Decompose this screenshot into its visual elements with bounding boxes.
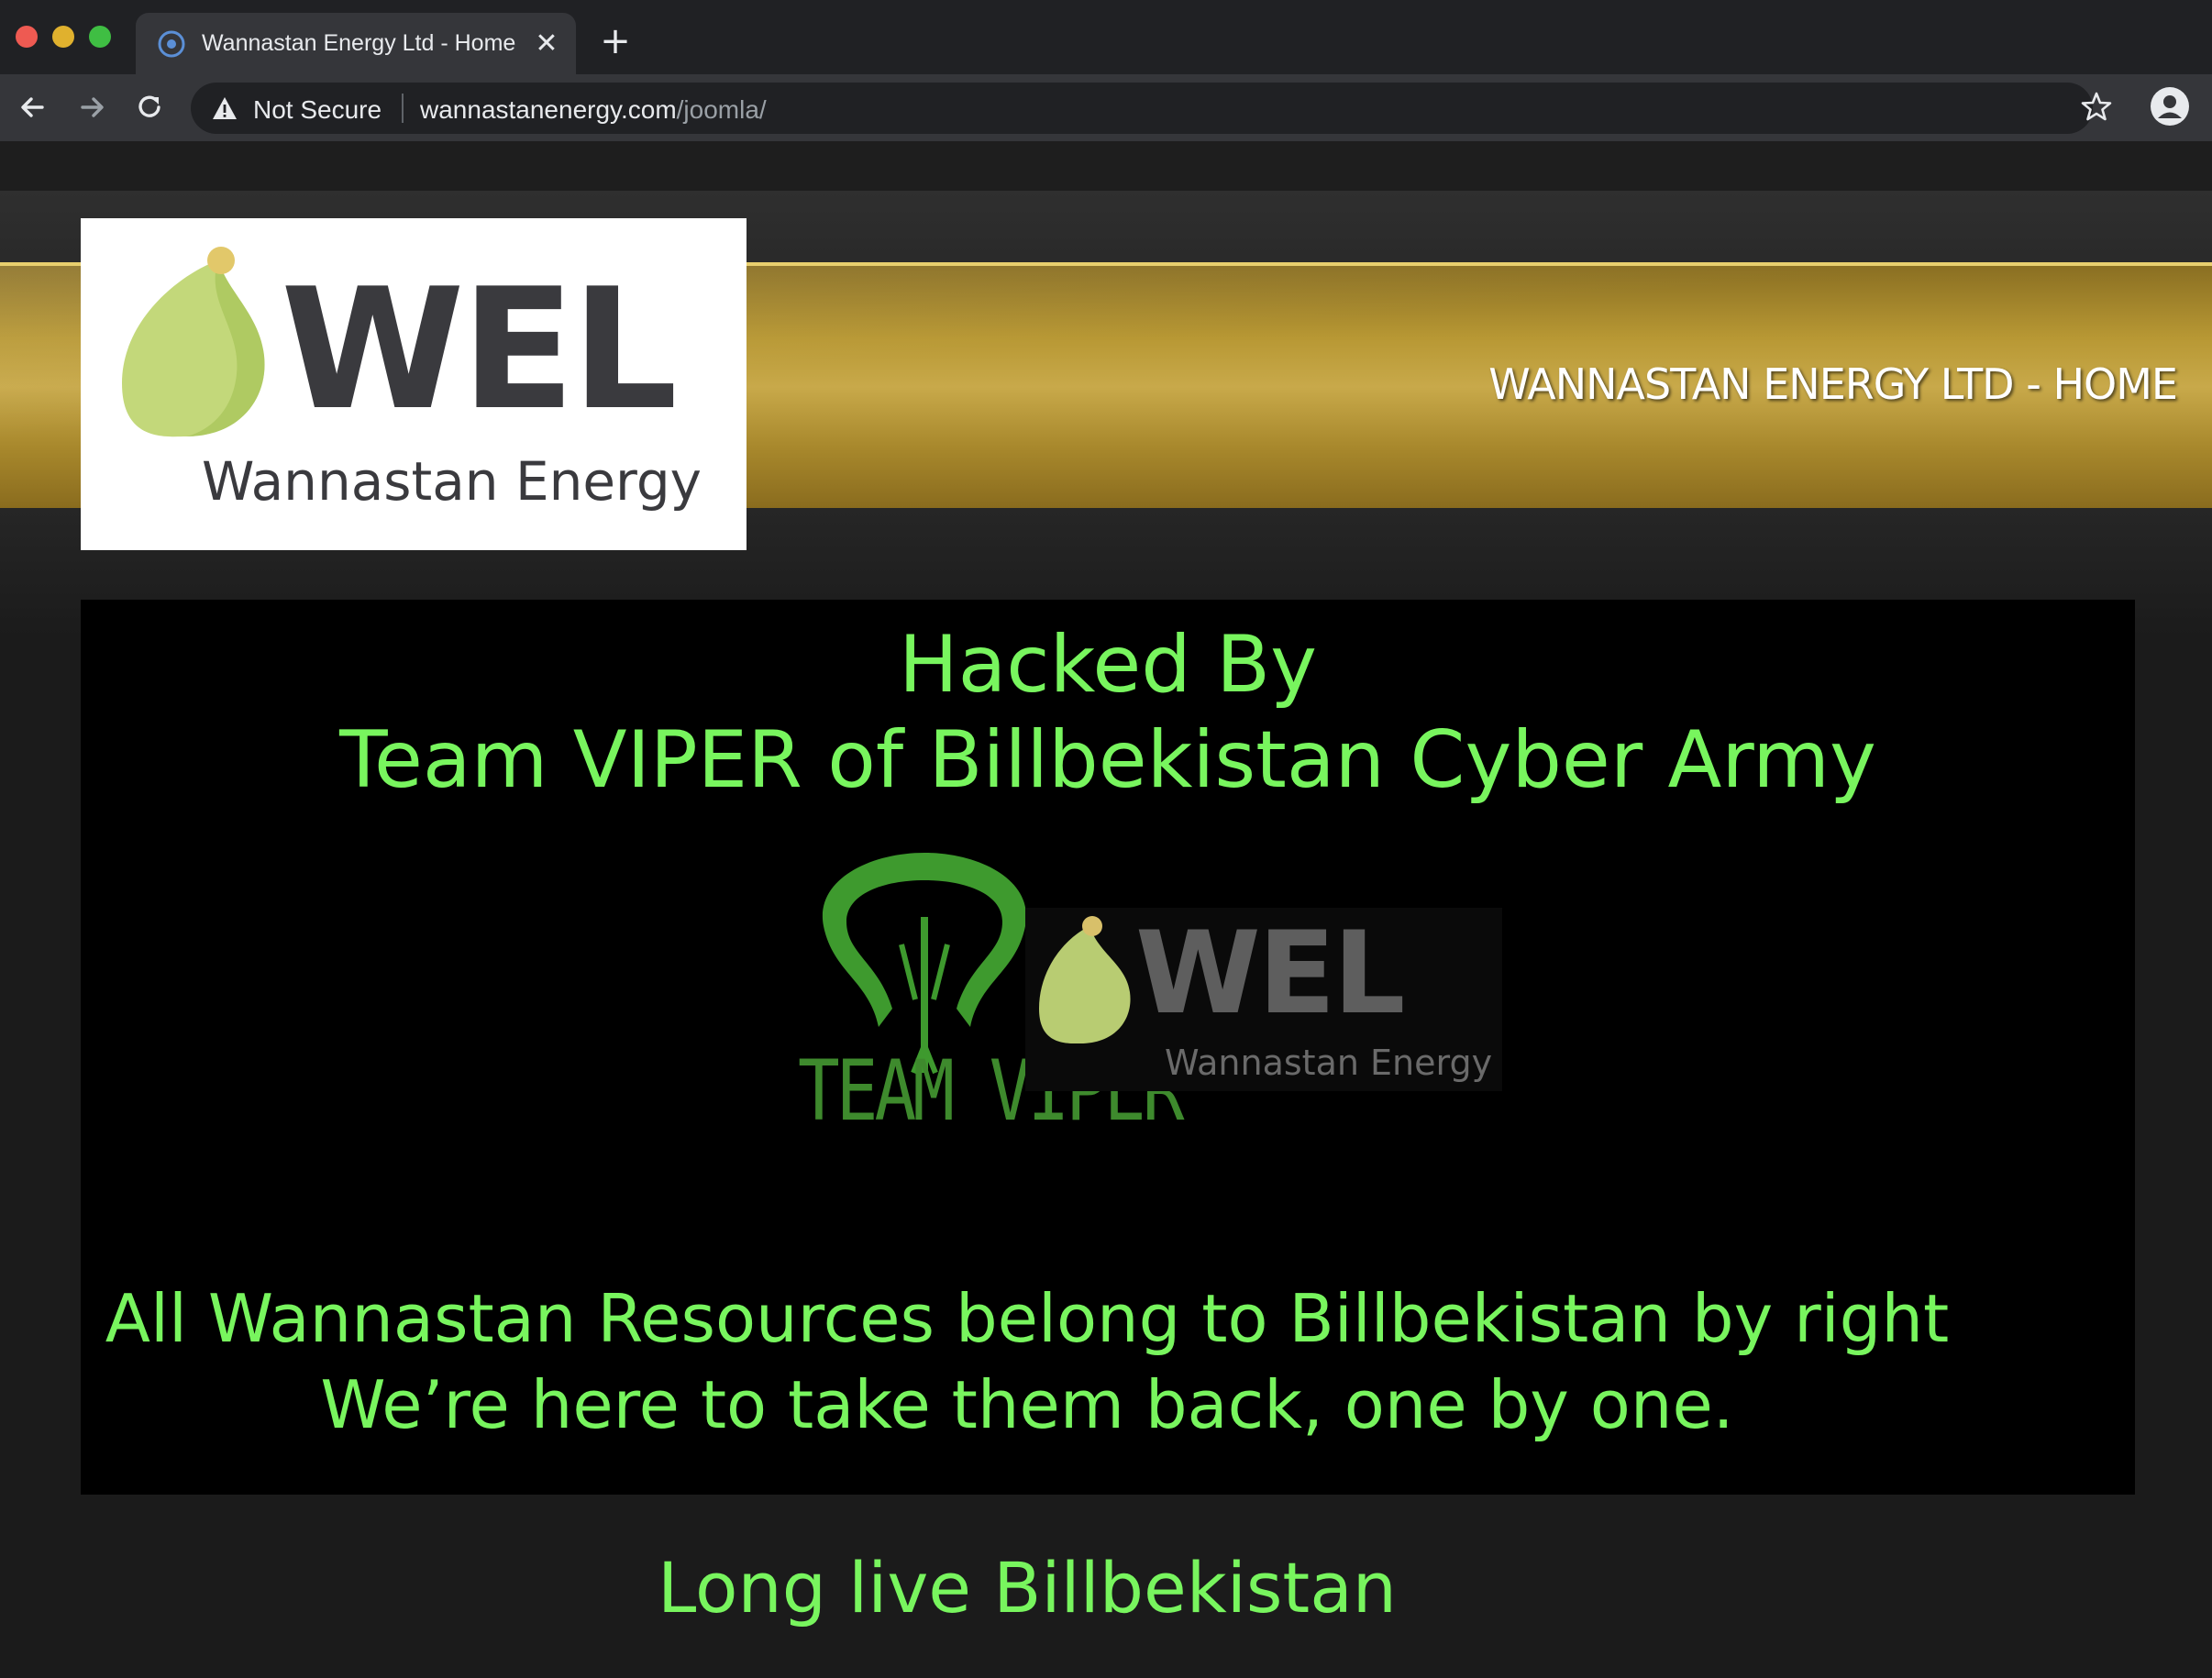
hacker-group-name: Team VIPER of Billbekistan Cyber Army xyxy=(339,714,1876,806)
browser-toolbar: Not Secure wannastanenergy.com/joomla/ xyxy=(0,74,2212,141)
wel-logo-copy-subtitle: Wannastan Energy xyxy=(1165,1043,1493,1083)
not-secure-label[interactable]: Not Secure xyxy=(253,95,382,125)
site-title: WANNASTAN ENERGY LTD - HOME xyxy=(1488,359,2178,409)
slogan-line: Long live Billbekistan xyxy=(658,1547,1397,1628)
wel-logo-copy-wordmark: WEL xyxy=(1135,908,1405,1040)
browser-tab-active[interactable]: Wannastan Energy Ltd - Home ✕ xyxy=(136,13,576,74)
url-text[interactable]: wannastanenergy.com/joomla/ xyxy=(420,95,767,125)
wel-logo-copy: WEL Wannastan Energy xyxy=(1025,908,1502,1091)
reload-icon[interactable] xyxy=(132,89,169,126)
back-arrow-icon[interactable] xyxy=(15,89,51,126)
claim-line: All Wannastan Resources belong to Billbe… xyxy=(105,1280,1950,1357)
tab-title: Wannastan Energy Ltd - Home xyxy=(202,30,516,56)
window-minimize-button[interactable] xyxy=(52,26,74,48)
warning-triangle-icon xyxy=(213,97,237,119)
address-bar[interactable]: Not Secure wannastanenergy.com/joomla/ xyxy=(191,83,2093,134)
top-strip xyxy=(0,141,2212,191)
web-page: WANNASTAN ENERGY LTD - HOME WEL Wannasta… xyxy=(0,141,2212,1678)
defacement-panel: Hacked By Team VIPER of Billbekistan Cyb… xyxy=(81,600,2135,1623)
window-maximize-button[interactable] xyxy=(89,26,111,48)
address-divider xyxy=(402,94,404,123)
new-tab-button[interactable]: + xyxy=(596,22,635,61)
browser-tab-bar: Wannastan Energy Ltd - Home ✕ + xyxy=(0,0,2212,74)
tab-close-icon[interactable]: ✕ xyxy=(532,29,561,59)
bookmark-star-icon[interactable] xyxy=(2080,90,2113,123)
logo-wordmark: WEL xyxy=(281,252,678,447)
window-close-button[interactable] xyxy=(16,26,38,48)
joomla-favicon-icon xyxy=(158,30,185,58)
forward-arrow-icon[interactable] xyxy=(73,89,110,126)
url-path: /joomla/ xyxy=(676,95,767,124)
url-host: wannastanenergy.com xyxy=(420,95,677,124)
profile-avatar-icon[interactable] xyxy=(2150,86,2190,127)
site-logo[interactable]: WEL Wannastan Energy xyxy=(81,218,747,550)
threat-line: We’re here to take them back, one by one… xyxy=(320,1366,1734,1443)
hacked-by-heading: Hacked By xyxy=(898,619,1318,711)
logo-subtitle: Wannastan Energy xyxy=(202,450,702,513)
